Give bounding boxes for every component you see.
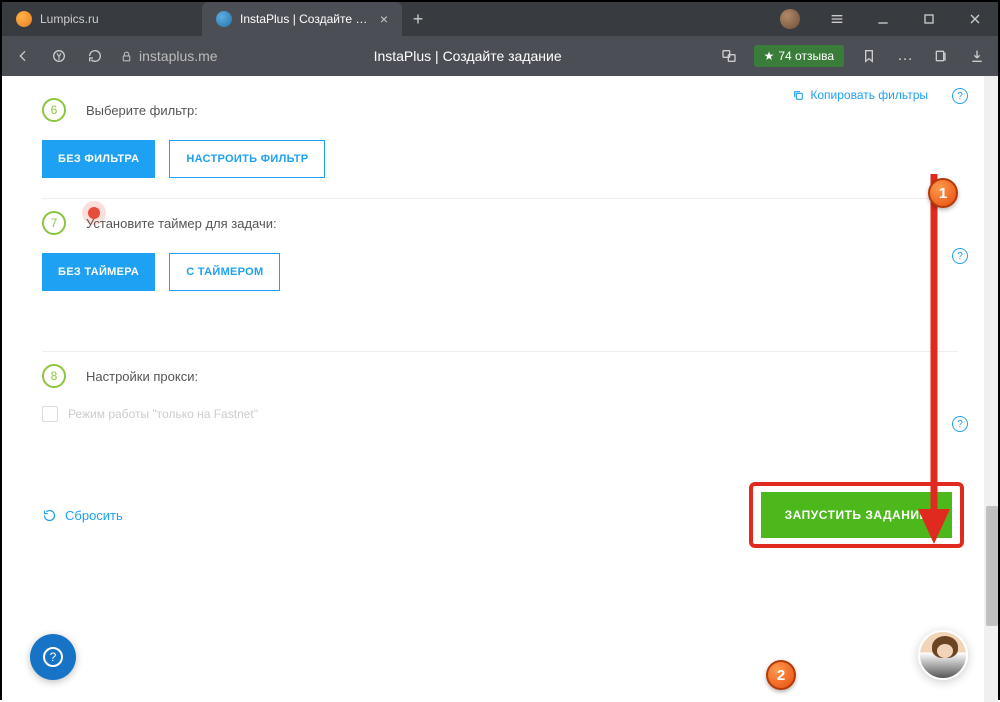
copy-filters-label: Копировать фильтры xyxy=(810,88,928,102)
step-label: Установите таймер для задачи: xyxy=(86,216,277,231)
window-maximize-button[interactable] xyxy=(906,2,952,36)
window-minimize-button[interactable] xyxy=(860,2,906,36)
translate-icon xyxy=(721,48,737,64)
url-text: instaplus.me xyxy=(139,48,218,64)
page-content: Копировать фильтры ? 6 Выберите фильтр: … xyxy=(2,76,998,702)
help-button[interactable]: ? xyxy=(952,416,968,432)
copy-filters-link[interactable]: Копировать фильтры xyxy=(792,88,928,102)
checkbox-label: Режим работы "только на Fastnet" xyxy=(68,407,258,421)
new-tab-button[interactable]: + xyxy=(402,2,434,36)
window-close-button[interactable] xyxy=(952,2,998,36)
step-8-header: 8 Настройки прокси: xyxy=(42,364,958,388)
question-icon: ? xyxy=(43,647,63,667)
step-number: 8 xyxy=(42,364,66,388)
maximize-icon xyxy=(921,11,937,27)
reviews-text: 74 отзыва xyxy=(778,49,834,63)
tab-label: InstaPlus | Создайте зад... xyxy=(240,12,372,26)
tab-instaplus[interactable]: InstaPlus | Создайте зад... × xyxy=(202,2,402,36)
page-title: InstaPlus | Создайте задание xyxy=(232,48,704,64)
menu-button[interactable] xyxy=(814,2,860,36)
recording-indicator xyxy=(82,201,106,225)
download-icon xyxy=(969,48,985,64)
collections-icon xyxy=(933,48,949,64)
tab-lumpics[interactable]: Lumpics.ru xyxy=(2,2,202,36)
back-button[interactable] xyxy=(12,45,34,67)
copy-icon xyxy=(792,89,805,102)
configure-filter-button[interactable]: НАСТРОИТЬ ФИЛЬТР xyxy=(169,140,325,178)
url-display[interactable]: instaplus.me xyxy=(120,48,218,64)
browser-titlebar: Lumpics.ru InstaPlus | Создайте зад... ×… xyxy=(2,2,998,36)
yandex-icon xyxy=(51,48,67,64)
favicon-icon xyxy=(16,11,32,27)
fastnet-checkbox-row[interactable]: Режим работы "только на Fastnet" xyxy=(42,406,958,422)
with-timer-button[interactable]: С ТАЙМЕРОМ xyxy=(169,253,280,291)
bookmark-icon xyxy=(861,48,877,64)
hamburger-icon xyxy=(829,11,845,27)
lock-icon xyxy=(120,50,133,63)
close-icon[interactable]: × xyxy=(380,11,388,27)
reset-link[interactable]: Сбросить xyxy=(42,508,123,523)
annotation-marker-2: 2 xyxy=(766,660,796,690)
profile-avatar[interactable] xyxy=(780,9,800,29)
step-7-header: 7 Установите таймер для задачи: xyxy=(42,211,958,235)
bookmark-button[interactable] xyxy=(858,45,880,67)
help-button[interactable]: ? xyxy=(952,88,968,104)
tab-label: Lumpics.ru xyxy=(40,12,188,26)
close-icon xyxy=(967,11,983,27)
step-label: Настройки прокси: xyxy=(86,369,198,384)
reload-icon xyxy=(87,48,103,64)
arrow-left-icon xyxy=(15,48,31,64)
yandex-button[interactable] xyxy=(48,45,70,67)
reset-label: Сбросить xyxy=(65,508,123,523)
help-fab[interactable]: ? xyxy=(30,634,76,680)
step-label: Выберите фильтр: xyxy=(86,103,198,118)
more-button[interactable]: … xyxy=(894,45,916,67)
refresh-icon xyxy=(42,508,57,523)
no-filter-button[interactable]: БЕЗ ФИЛЬТРА xyxy=(42,140,155,178)
favicon-icon xyxy=(216,11,232,27)
chat-widget[interactable] xyxy=(918,630,968,680)
reviews-badge[interactable]: ★ 74 отзыва xyxy=(754,45,844,67)
help-button[interactable]: ? xyxy=(952,248,968,264)
divider xyxy=(42,351,958,352)
downloads-button[interactable] xyxy=(966,45,988,67)
browser-toolbar: instaplus.me InstaPlus | Создайте задани… xyxy=(2,36,998,76)
run-task-button[interactable]: ЗАПУСТИТЬ ЗАДАНИЕ xyxy=(761,492,952,538)
extensions-button[interactable] xyxy=(930,45,952,67)
no-timer-button[interactable]: БЕЗ ТАЙМЕРА xyxy=(42,253,155,291)
reload-button[interactable] xyxy=(84,45,106,67)
step-number: 6 xyxy=(42,98,66,122)
step-number: 7 xyxy=(42,211,66,235)
divider xyxy=(42,198,958,199)
translate-button[interactable] xyxy=(718,45,740,67)
minimize-icon xyxy=(875,11,891,27)
checkbox[interactable] xyxy=(42,406,58,422)
star-icon: ★ xyxy=(764,49,775,63)
